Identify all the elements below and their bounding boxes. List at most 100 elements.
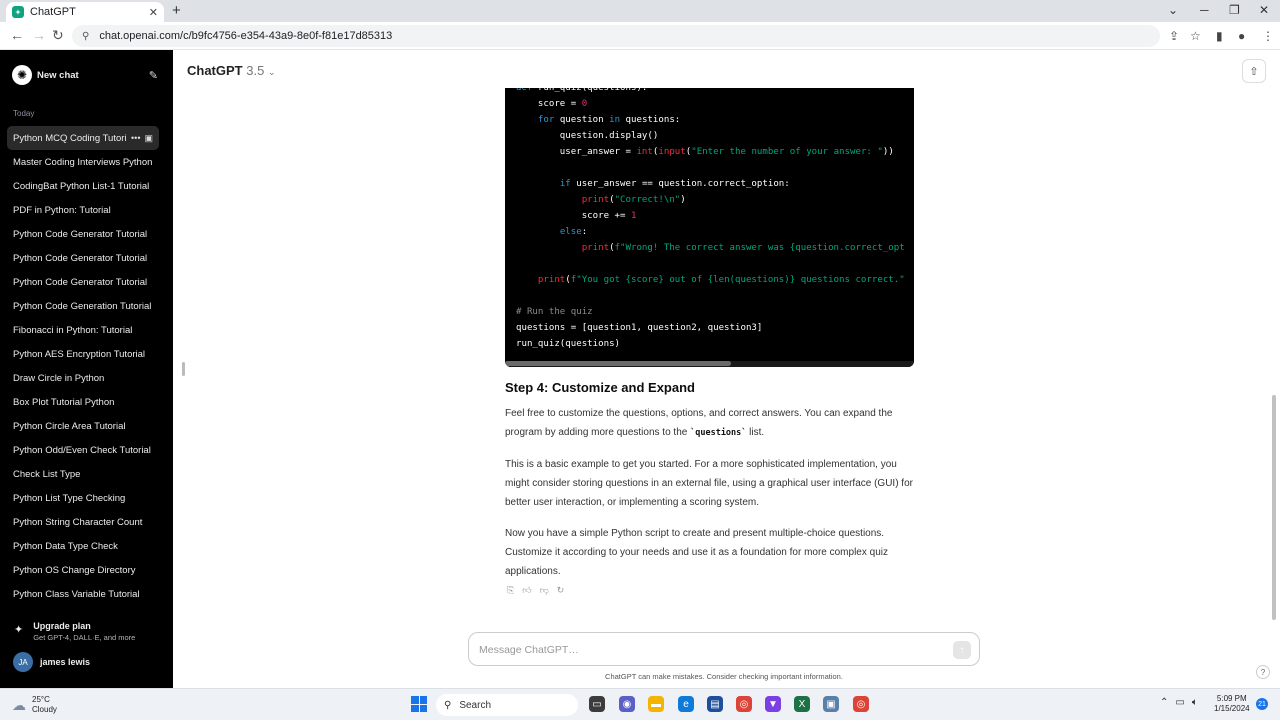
store-icon[interactable]: ▤: [707, 696, 723, 712]
weather-temp: 25°C: [32, 695, 50, 704]
sidebar-item-label: Python OS Change Directory: [13, 564, 136, 576]
back-icon[interactable]: ←: [10, 27, 24, 43]
sidebar-item-label: CodingBat Python List-1 Tutorial: [13, 180, 150, 192]
side-panel-icon[interactable]: ▮: [1216, 29, 1223, 43]
app-icon[interactable]: ▼: [765, 696, 781, 712]
weather-desc: Cloudy: [32, 705, 57, 714]
sidebar-item-active[interactable]: Python MCQ Coding Tutorial ••• ▣: [7, 126, 159, 150]
notification-badge[interactable]: 21: [1256, 698, 1268, 710]
chatgpt-logo-icon: ✺: [12, 65, 32, 85]
sidebar-item[interactable]: Master Coding Interviews Python: [7, 150, 159, 174]
chrome-icon[interactable]: ◎: [736, 696, 752, 712]
regenerate-icon[interactable]: ↻: [557, 585, 565, 596]
para1-text-after: list.: [746, 427, 765, 438]
thumbs-up-icon[interactable]: 👍︎: [522, 585, 531, 596]
code-line: if user_answer == question.correct_optio…: [559, 179, 790, 189]
copy-icon[interactable]: ⎘: [507, 585, 514, 596]
new-tab-button[interactable]: +: [172, 2, 181, 19]
sidebar-item[interactable]: Draw Circle in Python: [7, 366, 159, 390]
sidebar-item[interactable]: Python Circle Area Tutorial: [7, 414, 159, 438]
taskbar: ☁ 25°C Cloudy ⚲ Search ▭ ◉ ▬ e ▤ ◎ ▼ X ▣…: [0, 688, 1280, 720]
taskbar-search[interactable]: ⚲ Search: [436, 694, 578, 716]
message-input[interactable]: [479, 641, 929, 659]
share-button[interactable]: ⇧: [1242, 59, 1266, 83]
edge-icon[interactable]: e: [678, 696, 694, 712]
close-window-button[interactable]: ✕: [1259, 3, 1269, 17]
reload-icon[interactable]: ↻: [52, 27, 64, 44]
browser-tab[interactable]: ✦ ChatGPT ✕: [6, 2, 164, 22]
sidebar-item[interactable]: Python Odd/Even Check Tutorial: [7, 438, 159, 462]
sidebar-item-label: Draw Circle in Python: [13, 372, 105, 384]
code-line: def run_quiz(questions):: [516, 88, 648, 93]
bookmark-star-icon[interactable]: ☆: [1190, 29, 1201, 43]
tab-search-icon[interactable]: ⌄: [1168, 3, 1178, 17]
code-line: # Run the quiz: [516, 307, 593, 317]
archive-icon[interactable]: ▣: [144, 133, 153, 144]
sidebar-item[interactable]: Box Plot Tutorial Python: [7, 390, 159, 414]
sidebar-item[interactable]: Python List Type Checking: [7, 486, 159, 510]
inline-code: `questions`: [690, 428, 747, 438]
sidebar-item[interactable]: Python Class Variable Tutorial: [7, 582, 159, 606]
minimize-button[interactable]: ─: [1200, 3, 1209, 17]
chat-icon[interactable]: ◉: [619, 696, 635, 712]
forward-icon[interactable]: →: [32, 27, 46, 43]
profile-icon[interactable]: ●: [1238, 29, 1245, 43]
sidebar-item[interactable]: Python Code Generator Tutorial: [7, 270, 159, 294]
code-line: else:: [559, 227, 588, 237]
code-line: user_answer = int(input("Enter the numbe…: [516, 147, 894, 157]
user-menu[interactable]: JA james lewis: [13, 652, 90, 672]
help-button[interactable]: ?: [1256, 665, 1270, 679]
excel-icon[interactable]: X: [794, 696, 810, 712]
sidebar-item-label: Python Circle Area Tutorial: [13, 420, 126, 432]
code-line: print("Correct!\n"): [581, 195, 686, 205]
new-chat-button[interactable]: ✺ New chat ✎: [12, 64, 158, 86]
model-name: ChatGPT: [187, 63, 243, 78]
task-view-icon[interactable]: ▭: [589, 696, 605, 712]
sidebar-item[interactable]: CodingBat Python List-1 Tutorial: [7, 174, 159, 198]
share-page-icon[interactable]: ⇪: [1169, 29, 1179, 43]
edit-icon[interactable]: ✎: [149, 69, 158, 82]
network-icon[interactable]: ▭: [1175, 697, 1184, 708]
new-chat-label: New chat: [37, 69, 79, 81]
thumbs-down-icon[interactable]: 👎︎: [540, 585, 549, 596]
site-info-icon[interactable]: ⚲: [82, 31, 89, 42]
sidebar-item[interactable]: PDF in Python: Tutorial: [7, 198, 159, 222]
address-bar[interactable]: ⚲ chat.openai.com/c/b9fc4756-e354-43a9-8…: [72, 25, 1160, 47]
file-explorer-icon[interactable]: ▬: [648, 696, 664, 712]
sidebar-item-label: Python Code Generation Tutorial: [13, 300, 152, 312]
model-selector[interactable]: ChatGPT 3.5 ⌄: [187, 63, 276, 78]
sidebar-item[interactable]: Python Code Generation Tutorial: [7, 294, 159, 318]
browser-menu-icon[interactable]: ⋮: [1262, 29, 1274, 43]
sidebar-item[interactable]: Python OS Change Directory: [7, 558, 159, 582]
sidebar-item[interactable]: Python AES Encryption Tutorial: [7, 342, 159, 366]
page-scrollbar-thumb[interactable]: [1272, 395, 1276, 620]
sidebar-item[interactable]: Python String Character Count: [7, 510, 159, 534]
maximize-button[interactable]: ❐: [1229, 3, 1240, 17]
sidebar-item-label: Python Class Variable Tutorial: [13, 588, 140, 600]
code-scrollbar-thumb[interactable]: [505, 361, 731, 366]
tab-title: ChatGPT: [30, 6, 76, 18]
sidebar-item[interactable]: Fibonacci in Python: Tutorial: [7, 318, 159, 342]
sidebar-collapse-handle[interactable]: [182, 362, 185, 376]
volume-icon[interactable]: 🔈︎: [1192, 697, 1198, 708]
more-options-icon[interactable]: •••: [131, 133, 140, 143]
sidebar-item-label: Python List Type Checking: [13, 492, 126, 504]
send-button[interactable]: ↑: [953, 641, 971, 659]
chevron-up-icon[interactable]: ⌃: [1160, 697, 1168, 708]
sidebar-item[interactable]: Check List Type: [7, 462, 159, 486]
sidebar-item[interactable]: Python Code Generator Tutorial: [7, 222, 159, 246]
sidebar-item[interactable]: Python Data Type Check: [7, 534, 159, 558]
remote-desktop-icon[interactable]: ▣: [823, 696, 839, 712]
weather-widget[interactable]: ☁ 25°C Cloudy: [12, 695, 57, 715]
close-tab-icon[interactable]: ✕: [149, 6, 158, 19]
chrome-active-icon[interactable]: ◎: [853, 696, 869, 712]
sidebar-item-label: Check List Type: [13, 468, 81, 480]
sidebar-item-label: Fibonacci in Python: Tutorial: [13, 324, 133, 336]
start-button[interactable]: [411, 696, 427, 712]
sidebar-item[interactable]: Python Code Generator Tutorial: [7, 246, 159, 270]
upgrade-plan-button[interactable]: ✦ Upgrade plan Get GPT-4, DALL·E, and mo…: [14, 621, 135, 642]
clock-date: 1/15/2024: [1214, 704, 1250, 713]
code-block: def run_quiz(questions): score = 0 for q…: [505, 88, 914, 367]
taskbar-clock[interactable]: 5:09 PM 1/15/2024: [1214, 694, 1250, 714]
